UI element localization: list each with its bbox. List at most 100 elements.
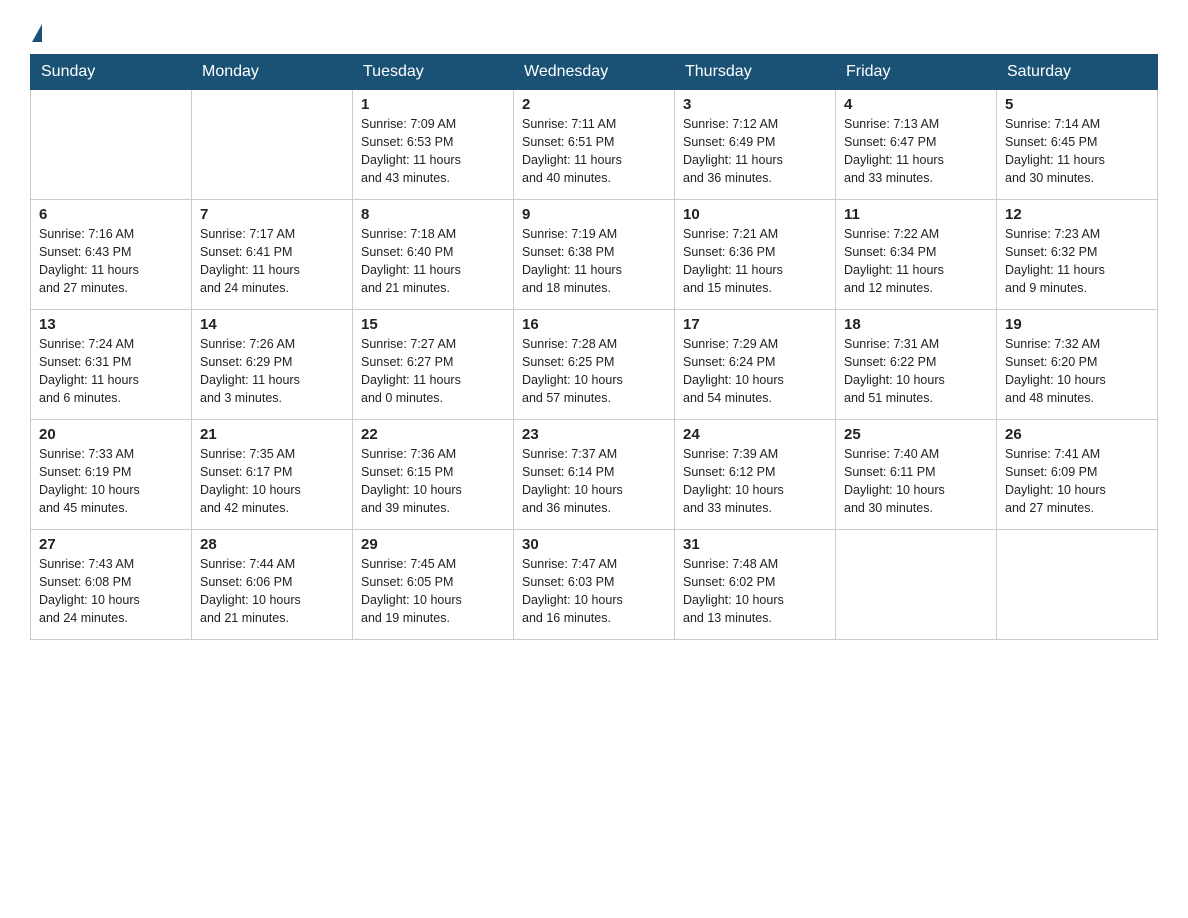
logo	[30, 24, 42, 44]
day-number: 7	[200, 206, 344, 223]
day-number: 19	[1005, 316, 1149, 333]
day-number: 8	[361, 206, 505, 223]
weekday-header-thursday: Thursday	[675, 55, 836, 90]
calendar-cell	[997, 530, 1158, 640]
day-info: Sunrise: 7:27 AM Sunset: 6:27 PM Dayligh…	[361, 335, 505, 408]
day-info: Sunrise: 7:14 AM Sunset: 6:45 PM Dayligh…	[1005, 115, 1149, 188]
calendar-cell: 21Sunrise: 7:35 AM Sunset: 6:17 PM Dayli…	[192, 420, 353, 530]
day-info: Sunrise: 7:11 AM Sunset: 6:51 PM Dayligh…	[522, 115, 666, 188]
day-number: 27	[39, 536, 183, 553]
day-info: Sunrise: 7:43 AM Sunset: 6:08 PM Dayligh…	[39, 555, 183, 628]
day-info: Sunrise: 7:18 AM Sunset: 6:40 PM Dayligh…	[361, 225, 505, 298]
day-info: Sunrise: 7:36 AM Sunset: 6:15 PM Dayligh…	[361, 445, 505, 518]
calendar-week-row: 13 Sunrise: 7:24 AM Sunset: 6:31 PM Dayli…	[31, 310, 1158, 420]
day-number: 25	[844, 426, 988, 443]
day-number: 6	[39, 206, 183, 223]
calendar-cell: 27 Sunrise: 7:43 AM Sunset: 6:08 PM Dayli…	[31, 530, 192, 640]
day-info: Sunrise: 7:24 AM Sunset: 6:31 PM Dayligh…	[39, 335, 183, 408]
day-number: 16	[522, 316, 666, 333]
calendar-cell: 2 Sunrise: 7:11 AM Sunset: 6:51 PM Daylig…	[514, 90, 675, 200]
weekday-header-monday: Monday	[192, 55, 353, 90]
calendar-cell	[31, 90, 192, 200]
day-info: Sunrise: 7:21 AM Sunset: 6:36 PM Dayligh…	[683, 225, 827, 298]
day-number: 12	[1005, 206, 1149, 223]
day-info: Sunrise: 7:33 AM Sunset: 6:19 PM Dayligh…	[39, 445, 183, 518]
day-info: Sunrise: 7:13 AM Sunset: 6:47 PM Dayligh…	[844, 115, 988, 188]
calendar-cell: 26 Sunrise: 7:41 AM Sunset: 6:09 PM Dayli…	[997, 420, 1158, 530]
calendar-cell: 11Sunrise: 7:22 AM Sunset: 6:34 PM Dayli…	[836, 200, 997, 310]
calendar-cell: 30 Sunrise: 7:47 AM Sunset: 6:03 PM Dayli…	[514, 530, 675, 640]
day-number: 2	[522, 96, 666, 113]
day-number: 24	[683, 426, 827, 443]
calendar-cell: 18 Sunrise: 7:31 AM Sunset: 6:22 PM Dayli…	[836, 310, 997, 420]
day-number: 10	[683, 206, 827, 223]
weekday-header-friday: Friday	[836, 55, 997, 90]
calendar-cell: 15Sunrise: 7:27 AM Sunset: 6:27 PM Dayli…	[353, 310, 514, 420]
calendar-week-row: 6 Sunrise: 7:16 AM Sunset: 6:43 PM Daylig…	[31, 200, 1158, 310]
weekday-header-row: SundayMondayTuesdayWednesdayThursdayFrid…	[31, 55, 1158, 90]
day-info: Sunrise: 7:16 AM Sunset: 6:43 PM Dayligh…	[39, 225, 183, 298]
calendar-cell: 16 Sunrise: 7:28 AM Sunset: 6:25 PM Dayli…	[514, 310, 675, 420]
day-info: Sunrise: 7:41 AM Sunset: 6:09 PM Dayligh…	[1005, 445, 1149, 518]
weekday-header-wednesday: Wednesday	[514, 55, 675, 90]
day-info: Sunrise: 7:47 AM Sunset: 6:03 PM Dayligh…	[522, 555, 666, 628]
calendar-cell: 6 Sunrise: 7:16 AM Sunset: 6:43 PM Daylig…	[31, 200, 192, 310]
calendar-cell: 22 Sunrise: 7:36 AM Sunset: 6:15 PM Dayli…	[353, 420, 514, 530]
day-number: 18	[844, 316, 988, 333]
day-info: Sunrise: 7:22 AM Sunset: 6:34 PM Dayligh…	[844, 225, 988, 298]
page-header	[30, 24, 1158, 44]
day-number: 4	[844, 96, 988, 113]
day-info: Sunrise: 7:29 AM Sunset: 6:24 PM Dayligh…	[683, 335, 827, 408]
calendar-cell: 10 Sunrise: 7:21 AM Sunset: 6:36 PM Dayli…	[675, 200, 836, 310]
day-info: Sunrise: 7:19 AM Sunset: 6:38 PM Dayligh…	[522, 225, 666, 298]
day-info: Sunrise: 7:39 AM Sunset: 6:12 PM Dayligh…	[683, 445, 827, 518]
day-number: 23	[522, 426, 666, 443]
calendar-header: SundayMondayTuesdayWednesdayThursdayFrid…	[31, 55, 1158, 90]
day-info: Sunrise: 7:09 AM Sunset: 6:53 PM Dayligh…	[361, 115, 505, 188]
calendar-cell: 12 Sunrise: 7:23 AM Sunset: 6:32 PM Dayli…	[997, 200, 1158, 310]
day-number: 13	[39, 316, 183, 333]
calendar-week-row: 20 Sunrise: 7:33 AM Sunset: 6:19 PM Dayli…	[31, 420, 1158, 530]
calendar-cell: 8 Sunrise: 7:18 AM Sunset: 6:40 PM Daylig…	[353, 200, 514, 310]
calendar-cell: 25Sunrise: 7:40 AM Sunset: 6:11 PM Dayli…	[836, 420, 997, 530]
day-number: 29	[361, 536, 505, 553]
day-number: 30	[522, 536, 666, 553]
day-number: 3	[683, 96, 827, 113]
calendar-cell: 7Sunrise: 7:17 AM Sunset: 6:41 PM Daylig…	[192, 200, 353, 310]
weekday-header-saturday: Saturday	[997, 55, 1158, 90]
calendar-cell: 5Sunrise: 7:14 AM Sunset: 6:45 PM Daylig…	[997, 90, 1158, 200]
day-info: Sunrise: 7:28 AM Sunset: 6:25 PM Dayligh…	[522, 335, 666, 408]
calendar-cell: 17 Sunrise: 7:29 AM Sunset: 6:24 PM Dayli…	[675, 310, 836, 420]
day-number: 1	[361, 96, 505, 113]
calendar-cell: 14Sunrise: 7:26 AM Sunset: 6:29 PM Dayli…	[192, 310, 353, 420]
day-number: 31	[683, 536, 827, 553]
day-number: 17	[683, 316, 827, 333]
calendar-cell: 20 Sunrise: 7:33 AM Sunset: 6:19 PM Dayli…	[31, 420, 192, 530]
day-info: Sunrise: 7:37 AM Sunset: 6:14 PM Dayligh…	[522, 445, 666, 518]
calendar-cell: 23 Sunrise: 7:37 AM Sunset: 6:14 PM Dayli…	[514, 420, 675, 530]
calendar-week-row: 27 Sunrise: 7:43 AM Sunset: 6:08 PM Dayli…	[31, 530, 1158, 640]
calendar-cell: 19Sunrise: 7:32 AM Sunset: 6:20 PM Dayli…	[997, 310, 1158, 420]
calendar-cell: 24 Sunrise: 7:39 AM Sunset: 6:12 PM Dayli…	[675, 420, 836, 530]
day-info: Sunrise: 7:31 AM Sunset: 6:22 PM Dayligh…	[844, 335, 988, 408]
day-info: Sunrise: 7:45 AM Sunset: 6:05 PM Dayligh…	[361, 555, 505, 628]
calendar-cell: 1 Sunrise: 7:09 AM Sunset: 6:53 PM Daylig…	[353, 90, 514, 200]
day-number: 26	[1005, 426, 1149, 443]
day-info: Sunrise: 7:48 AM Sunset: 6:02 PM Dayligh…	[683, 555, 827, 628]
calendar-body: 1 Sunrise: 7:09 AM Sunset: 6:53 PM Daylig…	[31, 90, 1158, 640]
day-info: Sunrise: 7:44 AM Sunset: 6:06 PM Dayligh…	[200, 555, 344, 628]
weekday-header-sunday: Sunday	[31, 55, 192, 90]
calendar-cell: 13 Sunrise: 7:24 AM Sunset: 6:31 PM Dayli…	[31, 310, 192, 420]
day-number: 9	[522, 206, 666, 223]
calendar-cell: 3Sunrise: 7:12 AM Sunset: 6:49 PM Daylig…	[675, 90, 836, 200]
day-number: 14	[200, 316, 344, 333]
calendar-week-row: 1 Sunrise: 7:09 AM Sunset: 6:53 PM Daylig…	[31, 90, 1158, 200]
logo-triangle-icon	[32, 24, 42, 42]
day-number: 20	[39, 426, 183, 443]
calendar-table: SundayMondayTuesdayWednesdayThursdayFrid…	[30, 54, 1158, 640]
calendar-cell: 9 Sunrise: 7:19 AM Sunset: 6:38 PM Daylig…	[514, 200, 675, 310]
day-number: 22	[361, 426, 505, 443]
day-info: Sunrise: 7:23 AM Sunset: 6:32 PM Dayligh…	[1005, 225, 1149, 298]
calendar-cell: 4 Sunrise: 7:13 AM Sunset: 6:47 PM Daylig…	[836, 90, 997, 200]
calendar-cell: 31 Sunrise: 7:48 AM Sunset: 6:02 PM Dayli…	[675, 530, 836, 640]
